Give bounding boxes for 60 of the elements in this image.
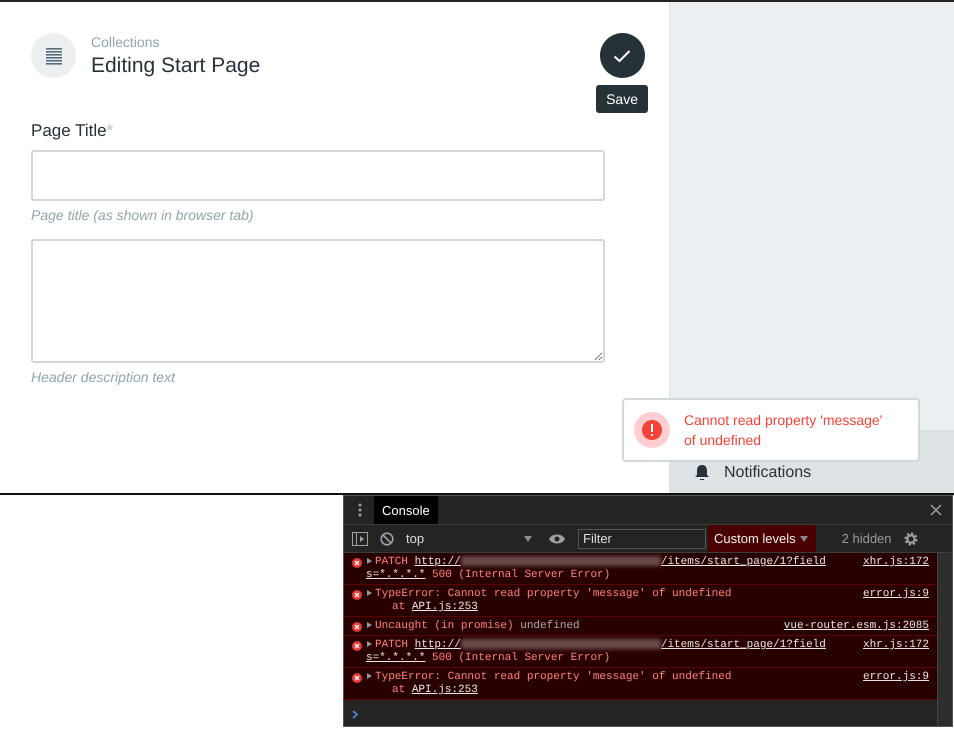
- toast-message: Cannot read property 'message' of undefined: [684, 411, 884, 450]
- textarea-field[interactable]: [31, 239, 605, 363]
- input-field[interactable]: [31, 150, 605, 201]
- eye-icon[interactable]: [548, 532, 566, 544]
- bell-icon[interactable]: [694, 464, 710, 482]
- error-icon: [352, 673, 362, 683]
- error-message: TypeError: Cannot read property 'message' of undefined: [375, 671, 732, 683]
- filter-field[interactable]: Filter: [578, 528, 706, 548]
- close-icon[interactable]: [930, 504, 942, 516]
- expand-icon[interactable]: [367, 590, 372, 596]
- sidebar-item[interactable]: Notifications: [724, 464, 812, 482]
- url-link[interactable]: http://: [414, 556, 461, 568]
- source-link[interactable]: xhr.js:172: [862, 639, 929, 652]
- source-link[interactable]: error.js:9: [862, 588, 929, 601]
- check-icon[interactable]: [613, 48, 632, 62]
- field-note: Page title (as shown in browser tab): [31, 207, 255, 223]
- prompt-icon[interactable]: [352, 710, 358, 719]
- stack-text: at: [392, 684, 406, 696]
- error-value: undefined: [520, 620, 580, 632]
- tooltip: Save: [596, 85, 648, 113]
- field-note: Header description text: [31, 369, 176, 385]
- save-button[interactable]: [600, 33, 645, 78]
- source-link[interactable]: vue-router.esm.js:2085: [784, 620, 929, 633]
- error-icon: [352, 558, 362, 568]
- scrollbar[interactable]: [937, 553, 952, 726]
- expand-icon[interactable]: [367, 641, 372, 647]
- clear-icon[interactable]: [380, 532, 394, 546]
- error-icon: [352, 590, 362, 600]
- request-method: PATCH: [375, 556, 408, 568]
- stack-text: at: [392, 601, 406, 613]
- levels-dropdown[interactable]: Custom levels: [708, 525, 816, 552]
- settings-icon[interactable]: [904, 532, 918, 546]
- error-icon: [352, 622, 362, 632]
- source-link[interactable]: xhr.js:172: [862, 556, 929, 569]
- sidebar-toggle-icon[interactable]: [352, 532, 368, 546]
- alert-icon: [634, 412, 670, 448]
- context-select[interactable]: top: [406, 531, 536, 546]
- url-link[interactable]: http://: [414, 639, 461, 651]
- error-message: TypeError: Cannot read property 'message' of undefined: [375, 588, 732, 600]
- more-icon[interactable]: [358, 503, 362, 517]
- field-label: Page Title*: [31, 121, 114, 141]
- url-link[interactable]: s=*.*.*.*: [366, 652, 426, 664]
- stack-link[interactable]: API.js:253: [412, 601, 478, 613]
- url-link[interactable]: /items/start_page/1?field: [660, 639, 826, 651]
- collection-icon: [31, 33, 76, 78]
- page-title: Editing Start Page: [91, 54, 260, 78]
- status-text: 500 (Internal Server Error): [432, 652, 610, 664]
- error-icon: [352, 641, 362, 651]
- url-link[interactable]: s=*.*.*.*: [366, 569, 426, 581]
- status-text: 500 (Internal Server Error): [432, 569, 610, 581]
- source-link[interactable]: error.js:9: [862, 671, 929, 684]
- error-message: Uncaught (in promise): [375, 620, 514, 632]
- hidden-count: 2 hidden: [842, 531, 892, 546]
- expand-icon[interactable]: [367, 622, 372, 628]
- expand-icon[interactable]: [367, 558, 372, 564]
- stack-link[interactable]: API.js:253: [412, 684, 478, 696]
- expand-icon[interactable]: [367, 673, 372, 679]
- console-tab[interactable]: Console: [374, 496, 438, 524]
- url-link[interactable]: /items/start_page/1?field: [660, 556, 826, 568]
- request-method: PATCH: [375, 639, 408, 651]
